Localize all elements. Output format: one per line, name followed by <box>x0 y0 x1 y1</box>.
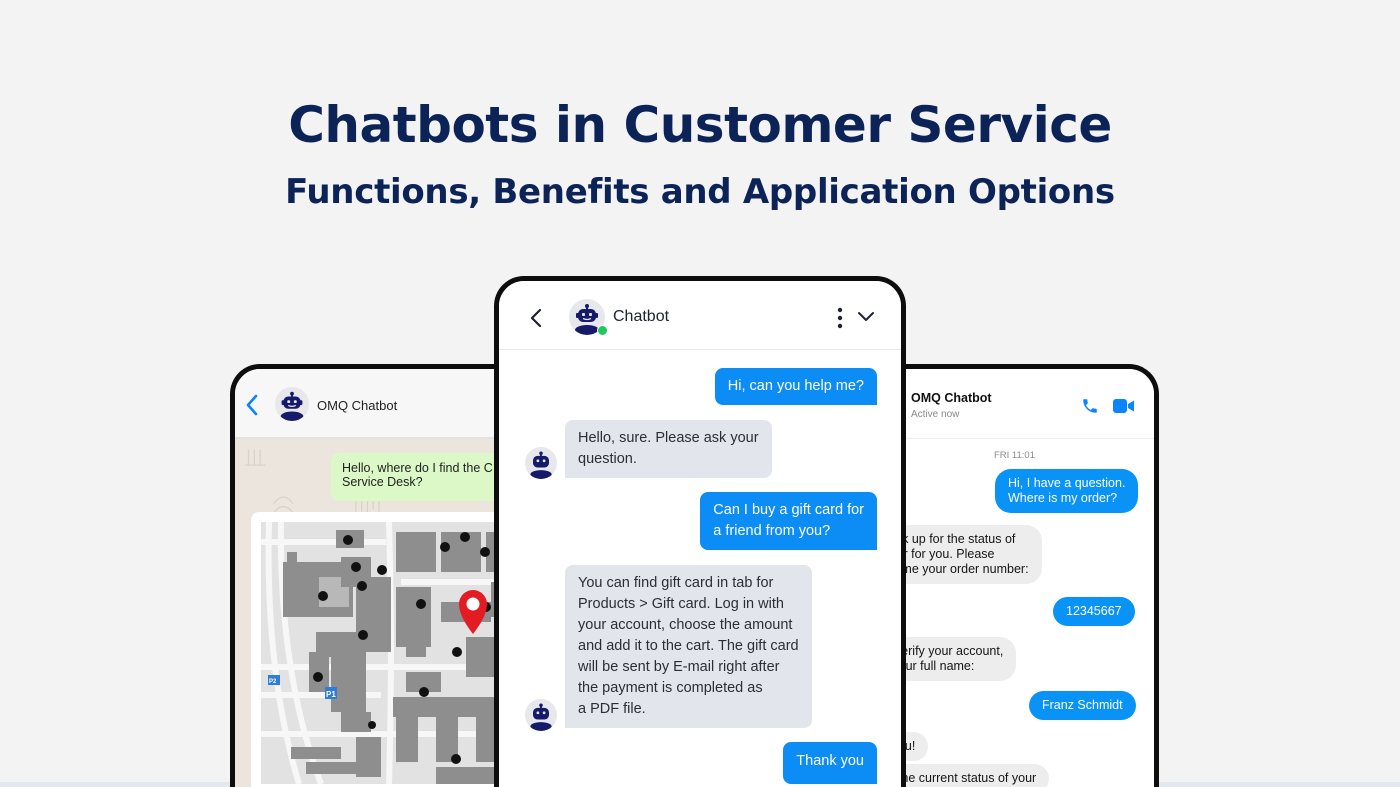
parking-p2-label: P2 <box>269 679 277 685</box>
user-message: Franz Schmidt <box>1029 691 1136 720</box>
parking-p1-label: P1 <box>326 690 336 699</box>
user-message: 12345667 <box>1053 597 1135 626</box>
active-status: Active now <box>911 409 960 420</box>
robot-icon <box>530 703 552 731</box>
chevron-left-icon[interactable] <box>243 393 261 417</box>
bot-avatar <box>275 387 309 421</box>
bot-message: Hello, sure. Please ask your question. <box>565 420 772 478</box>
phone-chatbot: Chatbot Hi, can you help me? Hello, sure… <box>494 276 906 787</box>
contact-name: Chatbot <box>613 308 670 325</box>
bot-avatar <box>525 699 557 731</box>
video-call-icon[interactable] <box>1113 399 1135 413</box>
phone-messenger: OMQ Chatbot Active now FRI 11:01 Hi, I h… <box>870 364 1159 787</box>
more-options-icon[interactable] <box>835 307 845 329</box>
bot-message: You can find gift card in tab for Produc… <box>565 565 812 728</box>
online-status-dot <box>597 325 608 336</box>
contact-name: OMQ Chatbot <box>911 391 992 405</box>
chat-header: Chatbot <box>499 281 901 350</box>
user-message: Thank you <box>783 742 877 784</box>
page-title: Chatbots in Customer Service <box>288 96 1112 154</box>
chevron-down-icon[interactable] <box>857 311 875 323</box>
user-message: Hi, can you help me? <box>714 368 877 405</box>
chevron-left-icon[interactable] <box>529 307 543 329</box>
contact-name: OMQ Chatbot <box>317 398 398 413</box>
bot-avatar <box>525 447 557 479</box>
chat-area: Hello, where do I find the C Service Des… <box>235 439 525 787</box>
robot-icon <box>280 391 304 421</box>
page-subtitle: Functions, Benefits and Application Opti… <box>285 172 1115 212</box>
phone-call-icon[interactable] <box>1081 397 1099 415</box>
campus-map[interactable]: P1 P2 <box>261 522 525 784</box>
chat-header: OMQ Chatbot <box>235 369 525 439</box>
location-card[interactable]: P1 P2 <box>251 512 525 787</box>
chat-header: OMQ Chatbot Active now <box>875 369 1154 439</box>
robot-icon <box>530 451 552 479</box>
user-message: Hi, I have a question. Where is my order… <box>995 469 1139 513</box>
phone-whatsapp: OMQ Chatbot Hello, where do I find the C… <box>230 364 530 787</box>
user-message: Can I buy a gift card for a friend from … <box>700 492 877 550</box>
map-graphic: P1 P2 <box>261 522 525 784</box>
timestamp: FRI 11:01 <box>993 450 1035 461</box>
